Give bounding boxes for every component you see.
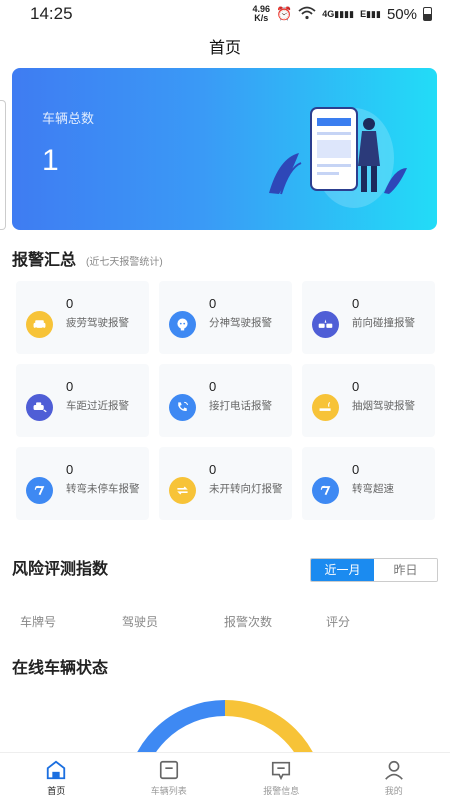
battery-icon <box>423 7 432 21</box>
smoking-icon <box>312 394 339 421</box>
tab-label: 车辆列表 <box>150 786 187 796</box>
wifi-icon <box>298 6 316 23</box>
online-title: 在线车辆状态 <box>12 660 109 677</box>
alarm-label: 接打电话报警 <box>209 400 272 412</box>
column-driver: 驾驶员 <box>122 615 159 629</box>
alarm-label: 车距过近报警 <box>66 400 129 412</box>
alarm-label: 转弯未停车报警 <box>66 483 140 495</box>
alarm-count: 0 <box>352 296 360 311</box>
alarm-label: 分神驾驶报警 <box>209 317 272 329</box>
column-score: 评分 <box>326 615 351 629</box>
alarm-label: 抽烟驾驶报警 <box>352 400 415 412</box>
column-alarm-count: 报警次数 <box>224 615 273 629</box>
alarm-grid: 0 疲劳驾驶报警 0 分神驾驶报警 0 前向碰撞报警 0 车距过近报警 0 接打… <box>16 281 435 520</box>
alarm-summary-header: 报警汇总 (近七天报警统计) <box>12 246 163 270</box>
status-time: 14:25 <box>30 4 73 23</box>
turn-no-stop-icon <box>26 477 53 504</box>
vehicle-total-value: 1 <box>42 144 59 177</box>
alarm-label: 未开转向灯报警 <box>209 483 283 495</box>
tab-vehicle-list[interactable]: 车辆列表 <box>113 753 226 800</box>
alarm-card-close-distance[interactable]: 0 车距过近报警 <box>16 364 149 437</box>
alarm-summary-title: 报警汇总 <box>12 252 77 269</box>
alarm-label: 转弯超速 <box>352 483 394 495</box>
phone-call-icon <box>169 394 196 421</box>
alarm-label: 前向碰撞报警 <box>352 317 415 329</box>
alarm-clock-icon: ⏰ <box>276 6 293 21</box>
side-drawer-handle[interactable] <box>0 100 6 230</box>
bottom-tab-bar: 首页 车辆列表 报警信息 我的 <box>0 752 450 800</box>
turn-speeding-icon <box>312 477 339 504</box>
alarm-count: 0 <box>66 379 74 394</box>
vehicle-total-label: 车辆总数 <box>42 111 95 126</box>
close-distance-icon <box>26 394 53 421</box>
signal-icon: 4G▮▮▮▮ <box>322 8 355 19</box>
tab-home[interactable]: 首页 <box>0 753 113 800</box>
tab-yesterday[interactable]: 昨日 <box>374 559 437 581</box>
alarm-card-fatigue[interactable]: 0 疲劳驾驶报警 <box>16 281 149 354</box>
vehicle-total-banner[interactable]: 车辆总数 1 <box>12 68 437 230</box>
alarm-summary-subtitle: (近七天报警统计) <box>86 257 163 268</box>
home-icon <box>47 760 66 780</box>
status-icons: 4.96 K/s ⏰ 4G▮▮▮▮ E▮▮▮ 50% <box>253 5 432 23</box>
alarm-count: 0 <box>352 379 360 394</box>
alarm-card-distracted[interactable]: 0 分神驾驶报警 <box>159 281 292 354</box>
risk-table-header: 车牌号 驾驶员 报警次数 评分 <box>20 613 430 630</box>
risk-period-switch: 近一月 昨日 <box>310 558 438 582</box>
alarm-card-phone-call[interactable]: 0 接打电话报警 <box>159 364 292 437</box>
vehicle-list-icon <box>159 760 178 780</box>
tab-alarm-info[interactable]: 报警信息 <box>225 753 338 800</box>
tab-profile[interactable]: 我的 <box>338 753 450 800</box>
risk-title: 风险评测指数 <box>12 561 109 578</box>
alarm-count: 0 <box>209 379 217 394</box>
turn-signal-icon <box>169 477 196 504</box>
tab-label: 首页 <box>47 786 66 796</box>
alarm-message-icon <box>272 761 291 781</box>
online-status-gauge <box>133 700 317 760</box>
network-speed: 4.96 K/s <box>252 4 271 23</box>
alarm-card-forward-collision[interactable]: 0 前向碰撞报警 <box>302 281 435 354</box>
alarm-card-smoking[interactable]: 0 抽烟驾驶报警 <box>302 364 435 437</box>
distracted-driving-icon <box>169 311 196 338</box>
alarm-card-turn-signal[interactable]: 0 未开转向灯报警 <box>159 447 292 520</box>
alarm-label: 疲劳驾驶报警 <box>66 317 129 329</box>
profile-icon <box>384 760 403 780</box>
alarm-count: 0 <box>209 296 217 311</box>
tab-label: 我的 <box>384 786 403 796</box>
forward-collision-icon <box>312 311 339 338</box>
alarm-card-turn-speeding[interactable]: 0 转弯超速 <box>302 447 435 520</box>
column-plate: 车牌号 <box>20 615 57 629</box>
alarm-count: 0 <box>66 462 74 477</box>
battery-percent: 50% <box>386 5 417 23</box>
risk-header: 风险评测指数 <box>12 555 108 579</box>
alarm-count: 0 <box>66 296 74 311</box>
page-title: 首页 <box>208 40 241 57</box>
online-header: 在线车辆状态 <box>12 654 108 678</box>
signal-icon-2: E▮▮▮ <box>360 8 381 19</box>
status-bar: 14:25 4.96 K/s ⏰ 4G▮▮▮▮ E▮▮▮ 50% <box>0 0 450 28</box>
tab-label: 报警信息 <box>263 786 300 796</box>
fatigue-driving-icon <box>26 311 53 338</box>
alarm-count: 0 <box>352 462 360 477</box>
tab-last-month[interactable]: 近一月 <box>311 559 374 581</box>
banner-illustration <box>269 107 407 208</box>
alarm-count: 0 <box>209 462 217 477</box>
alarm-card-turn-no-stop[interactable]: 0 转弯未停车报警 <box>16 447 149 520</box>
